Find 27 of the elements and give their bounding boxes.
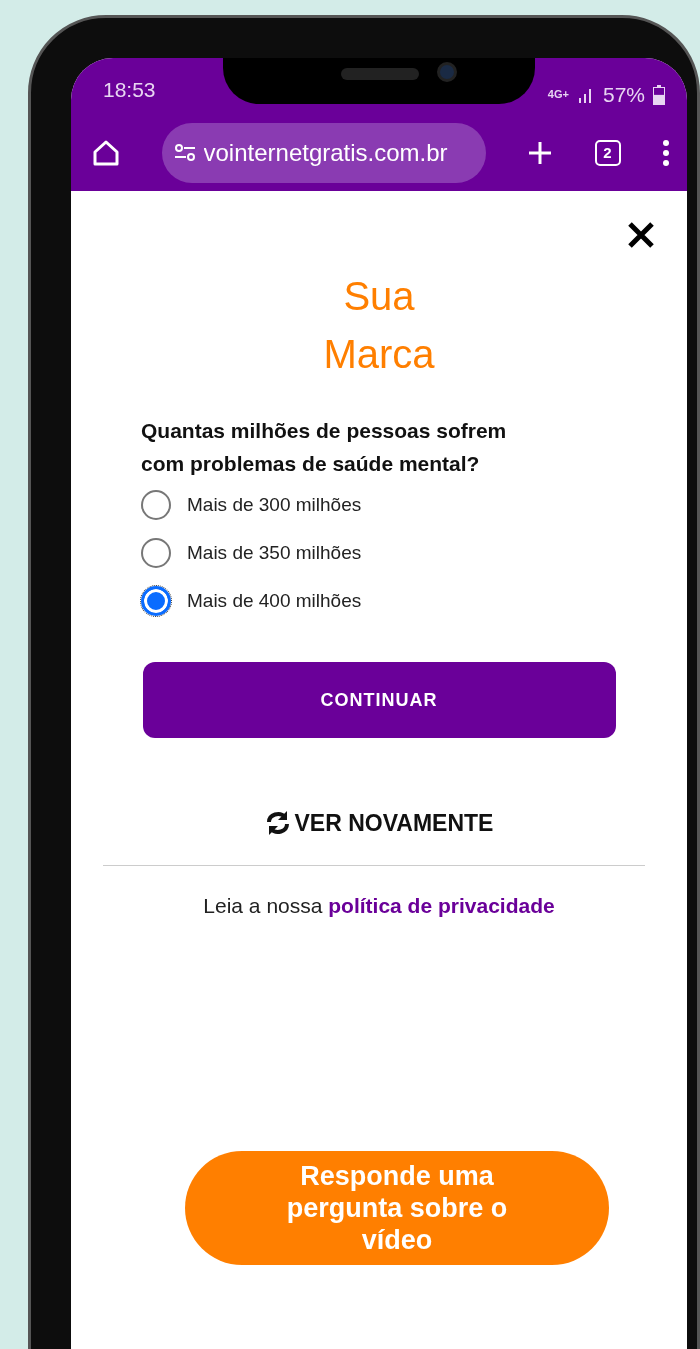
brand-text: Sua [342,273,416,320]
option-label: Mais de 300 milhões [187,492,362,517]
replay-link[interactable]: VER NOVAMENTE [264,806,494,841]
radio-button[interactable] [141,490,171,521]
address-bar[interactable]: vointernetgratis.com.br [161,123,486,183]
radio-button[interactable] [141,586,171,617]
option-label: Mais de 400 milhões [187,588,362,613]
camera-lens [437,62,457,82]
brand-text: Marca [322,331,436,378]
privacy-link[interactable]: política de privacidade [328,893,555,917]
battery-percent: 57% [602,81,645,108]
battery-icon [653,84,665,105]
question-text: Quantas milhões de pessoas sofrem com problemas de saúde mental? [141,418,508,477]
menu-icon[interactable] [661,139,671,167]
continue-button[interactable]: CONTINUAR [142,662,616,739]
privacy-text: Leia a nossa [203,893,323,917]
refresh-icon [264,811,291,836]
tab-count[interactable]: 2 [594,140,621,166]
url-text: vointernetgratis.com.br [203,138,448,168]
site-settings-icon[interactable] [173,143,196,163]
radio-button[interactable] [141,538,171,569]
option-label: Mais de 350 milhões [187,540,362,565]
close-icon[interactable] [627,221,655,249]
status-time: 18:53 [103,77,156,103]
home-icon[interactable] [91,138,121,168]
network-type: 4G+ [547,89,569,100]
plus-icon[interactable] [526,139,554,167]
